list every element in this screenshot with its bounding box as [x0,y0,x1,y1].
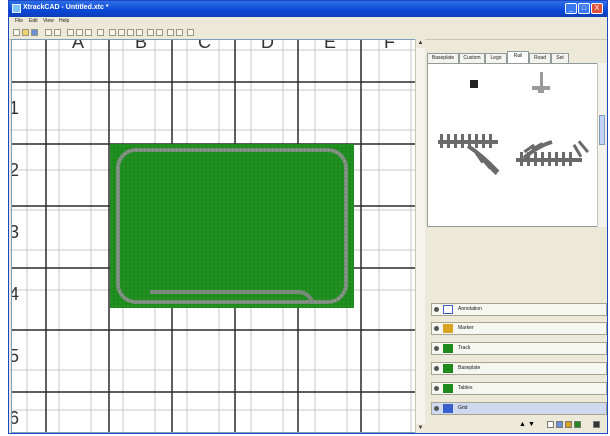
layer-toolbar: ▲ ▼ [427,419,605,431]
track-loop[interactable] [110,144,354,308]
rail-parts-preview [438,72,590,175]
row-label-3: 3 [12,222,19,243]
tab-set[interactable]: Set [551,53,569,63]
layer-name: Baseplate [458,365,481,371]
library-scrollbar[interactable] [597,63,606,227]
layer-visibility-icon[interactable] [574,421,581,428]
menu-bar: File Edit View Help [9,17,607,27]
layer-name: Marker [458,325,474,331]
copy-icon[interactable] [76,29,83,36]
visibility-icon[interactable] [434,366,439,371]
layer-name: Grid [458,405,468,411]
parts-panel: Baseplate Custom Lego Rail Road Set Anno… [427,41,607,433]
column-label-a: A [72,39,85,52]
canvas-vertical-scrollbar[interactable]: ▲ ▼ [415,39,425,433]
layer-props-icon[interactable] [556,421,563,428]
visibility-icon[interactable] [434,386,439,391]
part-curved-track-right [516,140,590,166]
paste-icon[interactable] [85,29,92,36]
layer-tables[interactable]: Tables [431,382,607,395]
tables-layer-icon [443,384,453,393]
tab-custom[interactable]: Custom [459,53,485,63]
row-label-1: 1 [12,98,19,119]
part-curved-track-left [438,134,500,175]
tab-lego[interactable]: Lego [485,53,507,63]
layer-name: Track [458,345,471,351]
window-title: XtrackCAD - Untitled.xtc * [23,4,109,11]
layer-baseplate[interactable]: Baseplate [431,362,607,375]
rotate-right-icon[interactable] [136,29,143,36]
scroll-up-icon[interactable]: ▲ [416,39,425,48]
open-folder-icon[interactable] [22,29,29,36]
app-window: XtrackCAD - Untitled.xtc * _ □ X File Ed… [8,0,608,434]
delete-icon[interactable] [97,29,104,36]
part-switch-stand [532,72,550,93]
menu-edit[interactable]: Edit [29,18,38,24]
layout-canvas[interactable]: A B C D E F 1 2 3 4 5 6 [11,39,425,433]
zoom-in-icon[interactable] [109,29,116,36]
column-label-b: B [135,39,148,52]
column-label-e: E [324,39,337,52]
column-label-c: C [198,39,211,52]
visibility-icon[interactable] [434,346,439,351]
new-layer-icon[interactable] [547,421,554,428]
menu-help[interactable]: Help [59,18,69,24]
layer-name: Tables [458,385,473,391]
track-layer-icon [443,344,453,353]
maximize-button[interactable]: □ [578,3,590,14]
layer-marker[interactable]: Marker [431,322,607,335]
measure-icon[interactable] [156,29,163,36]
tab-road[interactable]: Road [529,53,551,63]
layer-name: Annotation [458,306,482,312]
layer-grid[interactable]: Grid [431,402,607,415]
undo-icon[interactable] [45,29,52,36]
part-black-brick [470,80,478,88]
refresh-icon[interactable] [167,29,174,36]
minimize-button[interactable]: _ [565,3,577,14]
menu-view[interactable]: View [43,18,54,24]
scroll-down-icon[interactable]: ▼ [416,424,425,433]
new-file-icon[interactable] [13,29,20,36]
zoom-out-icon[interactable] [118,29,125,36]
refresh-alt-icon[interactable] [176,29,183,36]
green-baseplate[interactable] [110,144,354,308]
library-scroll-thumb[interactable] [599,115,605,145]
move-up-icon[interactable]: ▲ [519,421,526,428]
flip-icon[interactable] [147,29,154,36]
column-label-f: F [384,39,395,52]
redo-icon[interactable] [54,29,61,36]
rotate-left-icon[interactable] [127,29,134,36]
title-bar[interactable]: XtrackCAD - Untitled.xtc * _ □ X [9,1,607,17]
grid-layer-icon [443,404,453,413]
visibility-icon[interactable] [434,326,439,331]
tool-icon[interactable] [187,29,194,36]
row-label-4: 4 [12,284,19,305]
menu-file[interactable]: File [15,18,23,24]
save-icon[interactable] [31,29,38,36]
baseplate-layer-icon [443,364,453,373]
properties-area [427,231,605,293]
marker-icon [443,324,453,333]
tab-baseplate[interactable]: Baseplate [427,53,459,63]
close-button[interactable]: X [591,3,603,14]
visibility-icon[interactable] [434,406,439,411]
column-label-d: D [261,39,274,52]
layer-color-icon[interactable] [565,421,572,428]
layer-track[interactable]: Track [431,342,607,355]
parts-library[interactable] [427,63,605,227]
row-label-5: 5 [12,346,19,367]
row-label-2: 2 [12,160,19,181]
move-down-icon[interactable]: ▼ [528,421,535,428]
cut-icon[interactable] [67,29,74,36]
app-icon [12,4,21,13]
layer-annotation[interactable]: Annotation [431,303,607,316]
delete-layer-icon[interactable] [593,421,600,428]
visibility-icon[interactable] [434,307,439,312]
annotation-icon [443,305,453,314]
row-label-6: 6 [12,408,19,429]
tab-rail[interactable]: Rail [507,51,529,63]
